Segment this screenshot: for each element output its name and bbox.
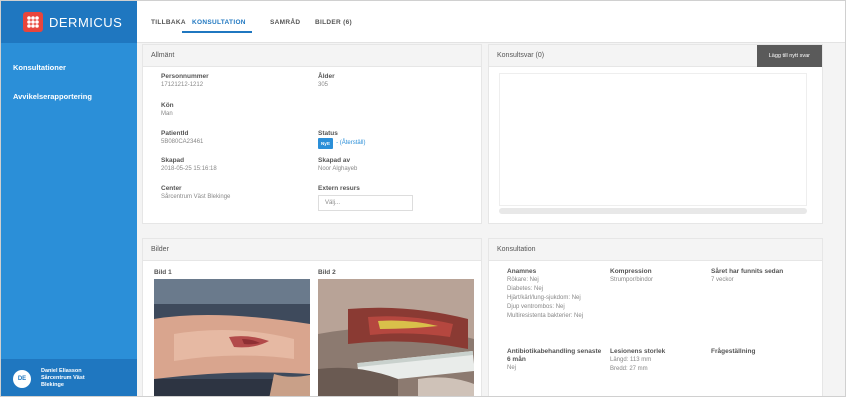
anamnes-label: Anamnes — [507, 268, 537, 275]
field-alder: Ålder 305 — [318, 73, 335, 90]
patientid-value: 5B080CA23461 — [161, 139, 204, 145]
tab-samrad[interactable]: SAMRÅD — [270, 19, 300, 26]
saret-value: 7 veckor — [711, 277, 734, 283]
reset-status-link[interactable]: (Återställ) — [340, 140, 366, 146]
general-panel: Allmänt Personnummer 17121212-1212 Ålder… — [142, 44, 482, 224]
field-kompression: Kompression Strumpor/bindor — [610, 268, 653, 285]
images-panel-title: Bilder — [143, 239, 481, 261]
antibiotika-label-2: 6 mån — [507, 356, 526, 363]
active-tab-indicator — [182, 31, 252, 33]
skapad-value: 2018-05-25 15:16:18 — [161, 166, 217, 172]
app-window: DERMICUS Konsultationer Avvikelserapport… — [0, 0, 846, 397]
sidebar-item-konsultationer[interactable]: Konsultationer — [1, 57, 137, 78]
patientid-label: PatientId — [161, 130, 189, 137]
wound-photo-2[interactable] — [318, 279, 474, 396]
main-content: TILLBAKA KONSULTATION SAMRÅD BILDER (6) … — [137, 1, 845, 396]
answers-panel: Konsultsvar (0) Lägg till nytt svar — [488, 44, 823, 224]
sidebar-item-avvikelserapportering[interactable]: Avvikelserapportering — [1, 86, 137, 107]
anamnes-bakterier: Multiresistenta bakterier: Nej — [507, 313, 584, 319]
personnummer-value: 17121212-1212 — [161, 82, 204, 88]
kon-value: Man — [161, 111, 173, 117]
user-info: Daniel Eliasson Sårcentrum Väst Blekinge — [41, 368, 85, 389]
add-answer-button[interactable]: Lägg till nytt svar — [756, 45, 822, 67]
kompression-label: Kompression — [610, 268, 652, 275]
field-patientid: PatientId 5B080CA23461 — [161, 130, 203, 147]
anamnes-rokare: Rökare: Nej — [507, 277, 539, 283]
skapad-label: Skapad — [161, 157, 185, 164]
personnummer-label: Personnummer — [161, 73, 209, 80]
field-skapad: Skapad 2018-05-25 15:16:18 — [161, 157, 217, 174]
kon-label: Kön — [161, 102, 174, 109]
horizontal-scrollbar[interactable] — [499, 208, 807, 214]
center-label: Center — [161, 185, 182, 192]
field-fragestallning: Frågeställning — [711, 348, 755, 356]
consultation-panel-title: Konsultation — [489, 239, 822, 261]
sidebar-header: DERMICUS — [1, 1, 137, 43]
lesion-length: Längd: 113 mm — [610, 357, 652, 363]
extern-resurs-label: Extern resurs — [318, 185, 360, 192]
field-status: Status Nytt - (Återställ) — [318, 130, 365, 149]
image-1-label: Bild 1 — [154, 269, 172, 276]
status-badge: Nytt — [318, 138, 333, 149]
sidebar: DERMICUS Konsultationer Avvikelserapport… — [1, 1, 137, 396]
field-extern-resurs: Extern resurs — [318, 185, 360, 193]
general-panel-title: Allmänt — [143, 45, 481, 67]
tab-tillbaka[interactable]: TILLBAKA — [151, 19, 186, 26]
anamnes-hjart: Hjärt/kärl/lung-sjukdom: Nej — [507, 295, 581, 301]
status-label: Status — [318, 130, 338, 137]
image-2-label: Bild 2 — [318, 269, 336, 276]
brand-name: DERMICUS — [49, 14, 123, 30]
wound-photo-1[interactable] — [154, 279, 310, 396]
user-name: Daniel Eliasson — [41, 368, 82, 374]
lesion-width: Bredd: 27 mm — [610, 366, 648, 372]
field-personnummer: Personnummer 17121212-1212 — [161, 73, 209, 90]
user-org-line1: Sårcentrum Väst — [41, 375, 85, 381]
antibiotika-label-1: Antibiotikabehandling senaste — [507, 348, 602, 355]
extern-resurs-select[interactable]: Välj... — [318, 195, 413, 211]
tab-bar: TILLBAKA KONSULTATION SAMRÅD BILDER (6) — [137, 1, 845, 43]
center-value: Sårcentrum Väst Blekinge — [161, 194, 231, 200]
kompression-value: Strumpor/bindor — [610, 277, 654, 283]
sidebar-nav: Konsultationer Avvikelserapportering — [1, 57, 137, 107]
field-center: Center Sårcentrum Väst Blekinge — [161, 185, 230, 202]
field-saret: Såret har funnits sedan 7 veckor — [711, 268, 783, 285]
field-antibiotika: Antibiotikabehandling senaste 6 mån Nej — [507, 348, 601, 373]
images-panel: Bilder Bild 1 Bild 2 — [142, 238, 482, 396]
tab-bilder[interactable]: BILDER (6) — [315, 19, 352, 26]
logo-icon — [23, 12, 43, 32]
antibiotika-value: Nej — [507, 365, 517, 371]
lesion-label: Lesionens storlek — [610, 348, 666, 355]
alder-value: 305 — [318, 82, 329, 88]
anamnes-ventrombos: Djup ventrombos: Nej — [507, 304, 565, 310]
alder-label: Ålder — [318, 73, 335, 80]
user-profile[interactable]: DE Daniel Eliasson Sårcentrum Väst Bleki… — [1, 359, 137, 396]
tab-konsultation[interactable]: KONSULTATION — [192, 19, 246, 26]
skapad-av-label: Skapad av — [318, 157, 351, 164]
anamnes-diabetes: Diabetes: Nej — [507, 286, 544, 292]
field-anamnes: Anamnes Rökare: Nej Diabetes: Nej Hjärt/… — [507, 268, 583, 321]
fragestallning-label: Frågeställning — [711, 348, 756, 355]
consultation-panel: Konsultation Anamnes Rökare: Nej Diabete… — [488, 238, 823, 396]
field-kon: Kön Man — [161, 102, 174, 119]
answers-list[interactable] — [499, 73, 807, 206]
field-skapad-av: Skapad av Noor Alghayeb — [318, 157, 357, 174]
saret-label: Såret har funnits sedan — [711, 268, 784, 275]
skapad-av-value: Noor Alghayeb — [318, 166, 358, 172]
user-org-line2: Blekinge — [41, 382, 64, 388]
avatar: DE — [13, 369, 31, 388]
field-lesion: Lesionens storlek Längd: 113 mm Bredd: 2… — [610, 348, 665, 374]
